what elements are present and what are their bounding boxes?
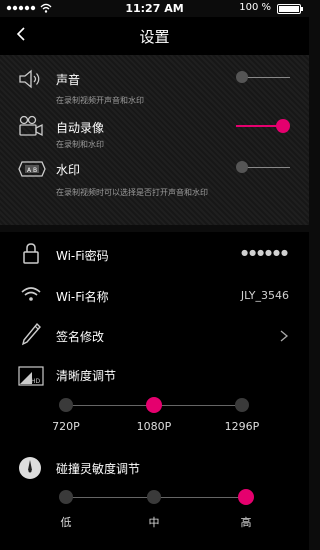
wifi-icon [20, 286, 42, 306]
autorec-row: 自动录像 在录制和水印 [0, 113, 309, 158]
battery-percent: 100 % [239, 2, 271, 13]
watermark-label: 水印 [56, 163, 81, 177]
sound-row: 声音 在录制视频开声音和水印 [0, 65, 309, 110]
wifi-name-value: JLY_3546 [240, 289, 289, 302]
speaker-icon [18, 69, 44, 93]
wifi-password-value: ●●●●●● [241, 248, 289, 257]
wifi-name-label: Wi-Fi名称 [56, 290, 109, 304]
svg-text:HD: HD [31, 378, 41, 385]
watermark-toggle-knob [236, 161, 248, 173]
settings-panel: Wi-Fi密码 ●●●●●● Wi-Fi名称 JLY_3546 签名修改 HD … [0, 232, 309, 550]
svg-text:A B: A B [27, 167, 37, 174]
chevron-right-icon [279, 328, 289, 347]
lock-icon [22, 242, 40, 268]
resolution-option-label: 1296P [224, 420, 260, 433]
resolution-option-label: 1080P [136, 420, 172, 433]
watermark-toggle[interactable] [236, 160, 290, 174]
resolution-node-1296[interactable] [235, 398, 249, 412]
battery-icon [277, 4, 303, 14]
video-camera-icon [18, 115, 44, 141]
watermark-row: A B 水印 在录制视频时可以选择是否打开声音和水印 [0, 155, 309, 205]
page-title: 设置 [139, 28, 170, 46]
autorec-sub: 在录制和水印 [56, 140, 104, 149]
wifi-password-row[interactable]: Wi-Fi密码 ●●●●●● [0, 240, 309, 270]
sound-toggle-knob [236, 71, 248, 83]
sensitivity-option-label: 中 [148, 516, 160, 529]
pen-icon [20, 322, 42, 350]
sensitivity-node-mid[interactable] [147, 490, 161, 504]
sensitivity-node-low[interactable] [59, 490, 73, 504]
signature-row[interactable]: 签名修改 [0, 320, 309, 352]
sound-toggle[interactable] [236, 70, 290, 84]
wifi-name-row[interactable]: Wi-Fi名称 JLY_3546 [0, 281, 309, 311]
sensitivity-section: 碰撞灵敏度调节 低 中 高 [0, 452, 309, 550]
sensitivity-option-label: 高 [240, 516, 252, 529]
sensitivity-label: 碰撞灵敏度调节 [56, 462, 141, 476]
resolution-label: 清晰度调节 [56, 369, 117, 383]
autorec-label: 自动录像 [56, 121, 105, 135]
status-bar: 11:27 AM 100 % [0, 0, 309, 17]
sensitivity-slider[interactable]: 低 中 高 [0, 489, 309, 540]
watermark-sub: 在录制视频时可以选择是否打开声音和水印 [56, 188, 208, 197]
resolution-node-720[interactable] [59, 398, 73, 412]
wifi-password-label: Wi-Fi密码 [56, 249, 109, 263]
nav-bar: 设置 [0, 17, 309, 55]
watermark-icon: A B [18, 159, 46, 183]
signature-label: 签名修改 [56, 330, 105, 344]
autorec-toggle[interactable] [236, 118, 290, 133]
resolution-slider[interactable]: 720P 1080P 1296P [0, 397, 309, 448]
sound-label: 声音 [56, 73, 81, 87]
hd-icon: HD [18, 366, 44, 390]
sensitivity-option-label: 低 [60, 516, 72, 529]
sensitivity-node-high[interactable] [238, 489, 254, 505]
resolution-node-1080[interactable] [146, 397, 162, 413]
toggle-panel: 声音 在录制视频开声音和水印 自动录像 在录制和水印 A B 水印 在录制视频时… [0, 55, 309, 225]
resolution-section: HD 清晰度调节 720P 1080P 1296P [0, 360, 309, 452]
resolution-option-label: 720P [52, 420, 80, 433]
autorec-toggle-knob [276, 119, 290, 133]
gauge-icon [18, 456, 42, 484]
sound-sub: 在录制视频开声音和水印 [56, 96, 144, 105]
